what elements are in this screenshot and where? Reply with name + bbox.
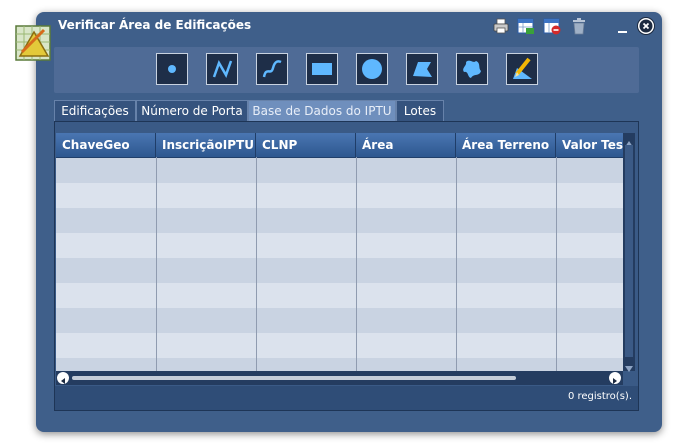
table-row[interactable] bbox=[56, 158, 623, 183]
column-header-clnp[interactable]: CLNP bbox=[256, 133, 356, 157]
tab-base-de-dados-iptu[interactable]: Base de Dados do IPTU bbox=[248, 100, 396, 121]
freehand-polygon-tool-icon[interactable] bbox=[456, 53, 488, 85]
record-count: 0 registro(s). bbox=[567, 391, 632, 402]
tab-lotes[interactable]: Lotes bbox=[396, 100, 444, 121]
scroll-left-icon[interactable] bbox=[57, 372, 69, 384]
column-header-valor-test[interactable]: Valor Test bbox=[556, 133, 623, 157]
column-divider bbox=[556, 157, 557, 371]
grid-header: ChaveGeo InscriçãoIPTU CLNP Área Área Te… bbox=[56, 133, 623, 158]
point-tool-icon[interactable] bbox=[156, 53, 188, 85]
tab-edificacoes[interactable]: Edificações bbox=[54, 100, 136, 121]
table-row[interactable] bbox=[56, 233, 623, 258]
table-row[interactable] bbox=[56, 333, 623, 358]
export-table-icon[interactable] bbox=[517, 17, 535, 35]
horizontal-scroll-thumb[interactable] bbox=[72, 376, 516, 380]
close-icon[interactable] bbox=[637, 17, 655, 35]
window-title: Verificar Área de Edificações bbox=[58, 18, 252, 32]
vertical-scroll-track[interactable] bbox=[625, 145, 633, 357]
table-row[interactable] bbox=[56, 208, 623, 233]
clear-table-icon[interactable] bbox=[543, 17, 561, 35]
table-row[interactable] bbox=[56, 358, 623, 371]
column-header-area[interactable]: Área bbox=[356, 133, 456, 157]
scroll-right-icon[interactable] bbox=[609, 372, 621, 384]
column-header-area-terreno[interactable]: Área Terreno bbox=[456, 133, 556, 157]
table-row[interactable] bbox=[56, 283, 623, 308]
column-header-inscricao-iptu[interactable]: InscriçãoIPTU bbox=[156, 133, 256, 157]
table-row[interactable] bbox=[56, 183, 623, 208]
edit-tool-icon[interactable] bbox=[506, 53, 538, 85]
column-divider bbox=[156, 157, 157, 371]
horizontal-scrollbar[interactable] bbox=[56, 371, 623, 385]
drawing-toolbar bbox=[54, 47, 639, 93]
table-row[interactable] bbox=[56, 258, 623, 283]
column-divider bbox=[356, 157, 357, 371]
freehand-line-tool-icon[interactable] bbox=[256, 53, 288, 85]
rectangle-tool-icon[interactable] bbox=[306, 53, 338, 85]
column-divider bbox=[256, 157, 257, 371]
circle-tool-icon[interactable] bbox=[356, 53, 388, 85]
column-divider bbox=[456, 157, 457, 371]
scroll-down-icon[interactable] bbox=[624, 359, 634, 372]
tab-numero-de-porta[interactable]: Número de Porta bbox=[136, 100, 248, 121]
data-grid: ChaveGeo InscriçãoIPTU CLNP Área Área Te… bbox=[56, 133, 623, 371]
status-bar: 0 registro(s). bbox=[55, 386, 638, 410]
trash-icon[interactable] bbox=[570, 17, 588, 35]
column-header-chavegeo[interactable]: ChaveGeo bbox=[56, 133, 156, 157]
app-logo-icon bbox=[14, 22, 54, 62]
minimize-icon[interactable] bbox=[618, 31, 627, 33]
printer-icon[interactable] bbox=[492, 17, 510, 35]
scroll-up-icon[interactable] bbox=[624, 134, 634, 147]
polyline-tool-icon[interactable] bbox=[206, 53, 238, 85]
polygon-tool-icon[interactable] bbox=[406, 53, 438, 85]
table-row[interactable] bbox=[56, 308, 623, 333]
vertical-scrollbar[interactable] bbox=[623, 133, 635, 372]
